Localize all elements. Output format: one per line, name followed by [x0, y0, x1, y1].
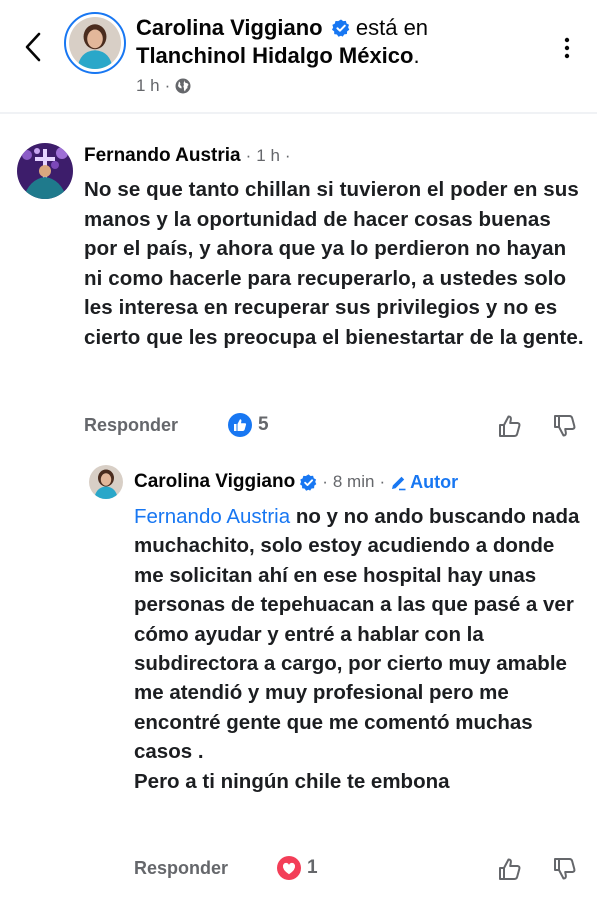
comment-actions: Responder 5 [84, 413, 584, 441]
header-divider [0, 112, 597, 114]
reaction-count: 5 [258, 414, 269, 435]
reply-author-avatar[interactable] [89, 465, 123, 499]
reaction-summary[interactable]: 1 [277, 856, 318, 880]
like-reaction-icon [228, 413, 252, 437]
reply-text-body: no y no ando buscando nada muchachito, s… [134, 505, 580, 764]
verified-badge-icon [300, 473, 317, 491]
thumbs-up-button[interactable] [497, 413, 523, 439]
separator-dot: · [245, 146, 252, 165]
more-options-button[interactable] [555, 36, 579, 60]
more-vertical-icon [564, 37, 570, 59]
reply-author-name[interactable]: Carolina Viggiano [134, 471, 295, 493]
separator-dot: · [284, 146, 291, 165]
reaction-count: 1 [307, 857, 318, 878]
thumbs-up-icon [499, 858, 521, 880]
commenter-name[interactable]: Fernando Austria [84, 145, 241, 167]
separator-dot: · [164, 76, 171, 95]
reply-time[interactable]: 8 min [333, 472, 375, 492]
comment-time[interactable]: 1 h [256, 146, 280, 166]
thumbs-down-button[interactable] [552, 856, 578, 882]
author-badge: Autor [390, 472, 458, 493]
post-meta: 1 h · [136, 76, 191, 96]
thumbs-down-icon [554, 858, 576, 880]
author-badge-label: Autor [410, 471, 459, 492]
post-time[interactable]: 1 h [136, 76, 160, 96]
thumbs-down-button[interactable] [552, 413, 578, 439]
separator-dot: · [322, 472, 328, 491]
reply-text-closing: Pero a ti ningún chile te embona [134, 769, 450, 793]
post-location[interactable]: Tlanchinol Hidalgo México [136, 43, 413, 68]
checkin-text: está en [355, 15, 429, 40]
chevron-left-icon [25, 32, 41, 62]
comment-header: Fernando Austria · 1 h · [84, 145, 291, 167]
thumbs-up-button[interactable] [497, 856, 523, 882]
verified-badge-icon [331, 19, 350, 37]
reply-button[interactable]: Responder [84, 415, 178, 436]
comment-text: No se que tanto chillan si tuvieron el p… [84, 178, 584, 349]
commenter-avatar[interactable] [17, 143, 73, 199]
post-header: Carolina Viggiano está en Tlanchinol Hid… [0, 0, 597, 112]
thumbs-down-icon [554, 415, 576, 437]
pencil-icon [392, 476, 406, 490]
mention-link[interactable]: Fernando Austria [134, 505, 290, 528]
post-author-name[interactable]: Carolina Viggiano [136, 15, 323, 40]
back-button[interactable] [20, 30, 46, 64]
reaction-summary[interactable]: 5 [228, 413, 269, 437]
reply-header: Carolina Viggiano · 8 min · Autor [134, 471, 458, 493]
post-title: Carolina Viggiano está en Tlanchinol Hid… [136, 15, 429, 68]
globe-icon [175, 78, 191, 94]
reply-button[interactable]: Responder [134, 858, 228, 879]
reply-text: Fernando Austria no y no ando buscando n… [134, 502, 589, 796]
separator-dot: · [379, 472, 386, 491]
reply-actions: Responder 1 [134, 856, 584, 884]
thumbs-up-icon [499, 415, 521, 437]
post-author-avatar[interactable] [64, 12, 126, 74]
love-reaction-icon [277, 856, 301, 880]
